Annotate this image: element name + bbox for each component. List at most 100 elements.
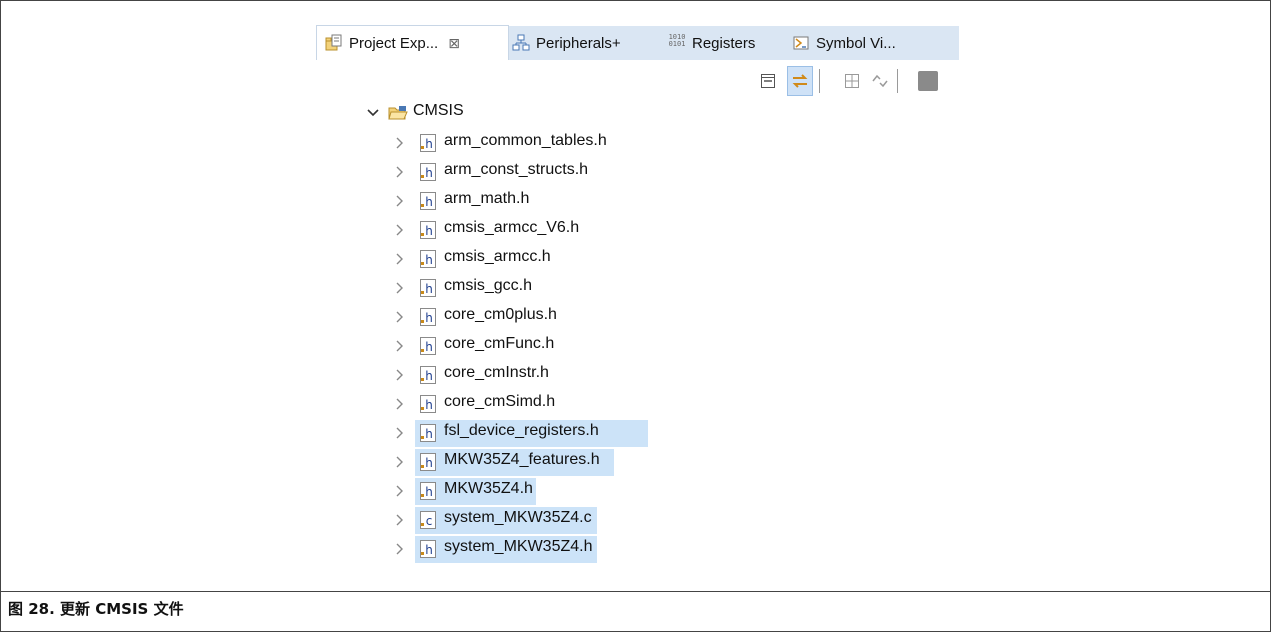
tree-item[interactable]: h cmsis_armcc.h [390, 245, 690, 273]
chevron-right-icon[interactable] [392, 136, 406, 150]
tree-item[interactable]: c system_MKW35Z4.c [390, 506, 690, 534]
tab-peripherals[interactable]: Peripherals+ [512, 26, 621, 60]
chevron-right-icon[interactable] [392, 194, 406, 208]
header-file-icon: h [420, 395, 436, 413]
tree-item-label: arm_const_structs.h [444, 161, 589, 178]
svg-text:h: h [425, 224, 433, 238]
link-with-editor-icon [792, 74, 808, 88]
chevron-right-icon[interactable] [392, 368, 406, 382]
chevron-right-icon[interactable] [392, 281, 406, 295]
filter-icon [845, 74, 859, 88]
tree-item[interactable]: h arm_math.h [390, 187, 690, 215]
tab-label: Symbol Vi... [816, 34, 896, 52]
chevron-right-icon[interactable] [392, 397, 406, 411]
svg-text:h: h [425, 369, 433, 383]
tree-item-label: arm_common_tables.h [444, 132, 607, 149]
collapse-all-button[interactable] [755, 66, 781, 96]
tree-item-label: cmsis_armcc_V6.h [444, 219, 580, 236]
header-file-icon: h [420, 424, 436, 442]
figure-caption: 图 28. 更新 CMSIS 文件 [8, 600, 184, 618]
caption-divider [1, 591, 1270, 592]
project-explorer-icon [325, 34, 342, 51]
svg-text:h: h [425, 311, 433, 325]
tree-item[interactable]: h arm_common_tables.h [390, 129, 690, 157]
tab-project-explorer[interactable]: Project Exp... ⊠ [316, 25, 509, 60]
sync-button[interactable] [867, 66, 893, 96]
chevron-right-icon[interactable] [392, 455, 406, 469]
tab-label: Peripherals+ [536, 34, 621, 52]
header-file-icon: h [420, 308, 436, 326]
tree-item-label: MKW35Z4_features.h [444, 451, 600, 468]
svg-text:h: h [425, 398, 433, 412]
collapse-all-icon [761, 74, 775, 88]
filter-button[interactable] [839, 66, 865, 96]
view-tab-bar: Project Exp... ⊠ Peripherals+ 1010 0101 … [316, 25, 959, 60]
view-toolbar [755, 66, 960, 96]
chevron-right-icon[interactable] [392, 310, 406, 324]
svg-text:h: h [425, 427, 433, 441]
link-with-editor-button[interactable] [787, 66, 813, 96]
view-menu-button[interactable] [911, 66, 945, 96]
header-file-icon: h [420, 540, 436, 558]
tree-root-cmsis[interactable]: CMSIS [365, 99, 665, 127]
tab-label: Project Exp... [349, 34, 439, 52]
tree-item-label: arm_math.h [444, 190, 530, 207]
svg-text:h: h [425, 253, 433, 267]
tree-item-label: cmsis_armcc.h [444, 248, 551, 265]
tree-item[interactable]: h MKW35Z4.h [390, 477, 690, 505]
tab-symbol-viewer[interactable]: Symbol Vi... [792, 26, 896, 60]
chevron-down-icon[interactable] [366, 106, 380, 120]
tree-item-label: core_cm0plus.h [444, 306, 557, 323]
header-file-icon: h [420, 482, 436, 500]
tree-item[interactable]: h core_cmInstr.h [390, 361, 690, 389]
svg-text:h: h [425, 137, 433, 151]
tree-item-label: core_cmFunc.h [444, 335, 555, 352]
chevron-right-icon[interactable] [392, 223, 406, 237]
svg-text:h: h [425, 456, 433, 470]
registers-icon: 1010 0101 [668, 33, 686, 48]
sync-icon [872, 74, 888, 88]
toolbar-separator [819, 69, 820, 93]
tree-item[interactable]: h system_MKW35Z4.h [390, 535, 690, 563]
header-file-icon: h [420, 250, 436, 268]
peripherals-icon [512, 34, 530, 51]
tree-item[interactable]: h cmsis_armcc_V6.h [390, 216, 690, 244]
chevron-right-icon[interactable] [392, 484, 406, 498]
tree-item-label: fsl_device_registers.h [444, 422, 599, 439]
svg-text:c: c [426, 514, 433, 528]
svg-text:h: h [425, 282, 433, 296]
chevron-right-icon[interactable] [392, 542, 406, 556]
tree-item-label: core_cmInstr.h [444, 364, 549, 381]
tree-item-label: MKW35Z4.h [444, 480, 533, 497]
tree-item[interactable]: h cmsis_gcc.h [390, 274, 690, 302]
close-icon[interactable]: ⊠ [448, 35, 460, 52]
svg-text:h: h [425, 340, 433, 354]
tree-item[interactable]: h arm_const_structs.h [390, 158, 690, 186]
chevron-right-icon[interactable] [392, 165, 406, 179]
chevron-right-icon[interactable] [392, 252, 406, 266]
tree-root-label: CMSIS [413, 102, 464, 119]
header-file-icon: h [420, 453, 436, 471]
header-file-icon: h [420, 134, 436, 152]
chevron-right-icon[interactable] [392, 513, 406, 527]
tree-item[interactable]: h core_cmFunc.h [390, 332, 690, 360]
header-file-icon: h [420, 221, 436, 239]
tab-registers[interactable]: 1010 0101 Registers [668, 26, 756, 60]
tree-item-label: cmsis_gcc.h [444, 277, 533, 294]
chevron-right-icon[interactable] [392, 339, 406, 353]
header-file-icon: h [420, 366, 436, 384]
svg-text:h: h [425, 543, 433, 557]
tree-item[interactable]: h fsl_device_registers.h [390, 419, 690, 447]
view-menu-icon [918, 71, 938, 91]
tree-item-label: system_MKW35Z4.c [444, 509, 592, 526]
tree-item[interactable]: h core_cm0plus.h [390, 303, 690, 331]
tree-item[interactable]: h core_cmSimd.h [390, 390, 690, 418]
chevron-right-icon[interactable] [392, 426, 406, 440]
svg-text:h: h [425, 166, 433, 180]
svg-text:h: h [425, 195, 433, 209]
svg-text:h: h [425, 485, 433, 499]
symbol-viewer-icon [793, 36, 809, 50]
c-source-file-icon: c [420, 511, 436, 529]
tree-item[interactable]: h MKW35Z4_features.h [390, 448, 690, 476]
tab-label: Registers [692, 34, 756, 52]
